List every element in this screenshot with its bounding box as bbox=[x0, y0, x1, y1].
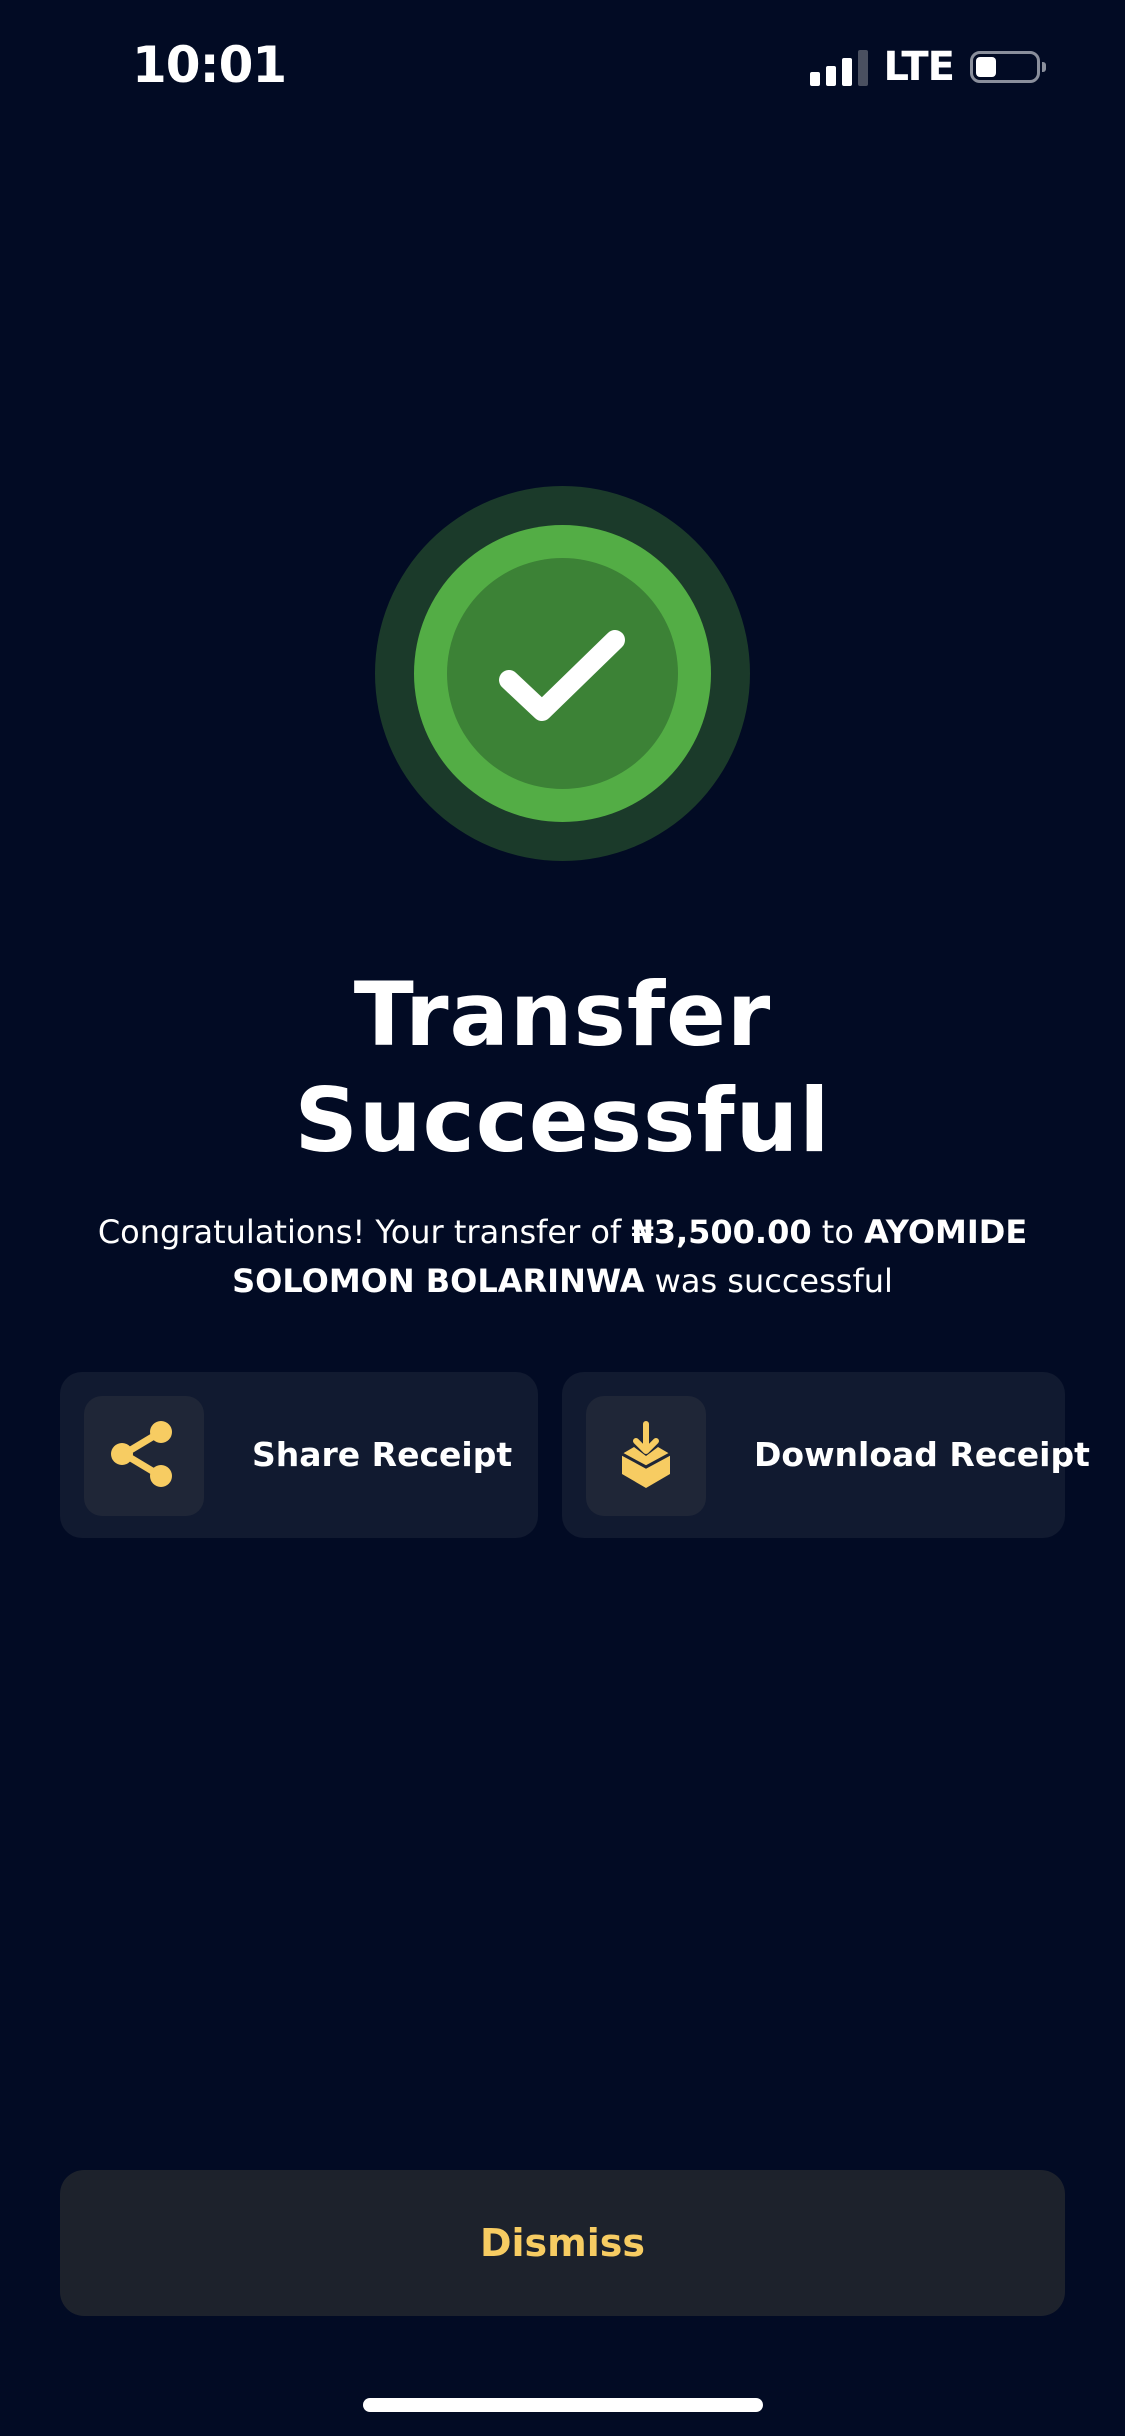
battery-icon bbox=[970, 51, 1046, 83]
download-box-icon bbox=[621, 1421, 671, 1488]
success-ring bbox=[414, 525, 711, 822]
download-receipt-label: Download Receipt bbox=[754, 1435, 1090, 1474]
title-line-1: Transfer bbox=[353, 963, 772, 1066]
download-icon-container bbox=[586, 1396, 706, 1516]
share-receipt-button[interactable]: Share Receipt bbox=[60, 1372, 538, 1538]
download-receipt-button[interactable]: Download Receipt bbox=[562, 1372, 1090, 1538]
transfer-amount: ₦3,500.00 bbox=[631, 1213, 812, 1251]
share-icon bbox=[111, 1421, 172, 1487]
checkmark-icon bbox=[499, 630, 625, 721]
success-core bbox=[447, 558, 678, 789]
share-icon-container bbox=[84, 1396, 204, 1516]
title-line-2: Successful bbox=[294, 1069, 831, 1172]
share-receipt-label: Share Receipt bbox=[252, 1435, 513, 1474]
message-prefix: Congratulations! Your transfer of bbox=[97, 1213, 622, 1251]
message-middle: to bbox=[821, 1213, 854, 1251]
network-type: LTE bbox=[883, 44, 955, 90]
success-message: Congratulations! Your transfer of ₦3,500… bbox=[90, 1208, 1035, 1306]
page-title: Transfer Successful bbox=[0, 962, 1125, 1174]
signal-strength-icon bbox=[809, 48, 868, 86]
home-indicator[interactable] bbox=[363, 2398, 763, 2412]
dismiss-button[interactable]: Dismiss bbox=[60, 2170, 1065, 2316]
message-suffix: was successful bbox=[654, 1262, 893, 1300]
success-badge bbox=[375, 486, 750, 861]
status-bar: 10:01 LTE bbox=[0, 0, 1125, 130]
status-indicators: LTE bbox=[809, 44, 1046, 90]
status-time: 10:01 bbox=[132, 36, 287, 94]
